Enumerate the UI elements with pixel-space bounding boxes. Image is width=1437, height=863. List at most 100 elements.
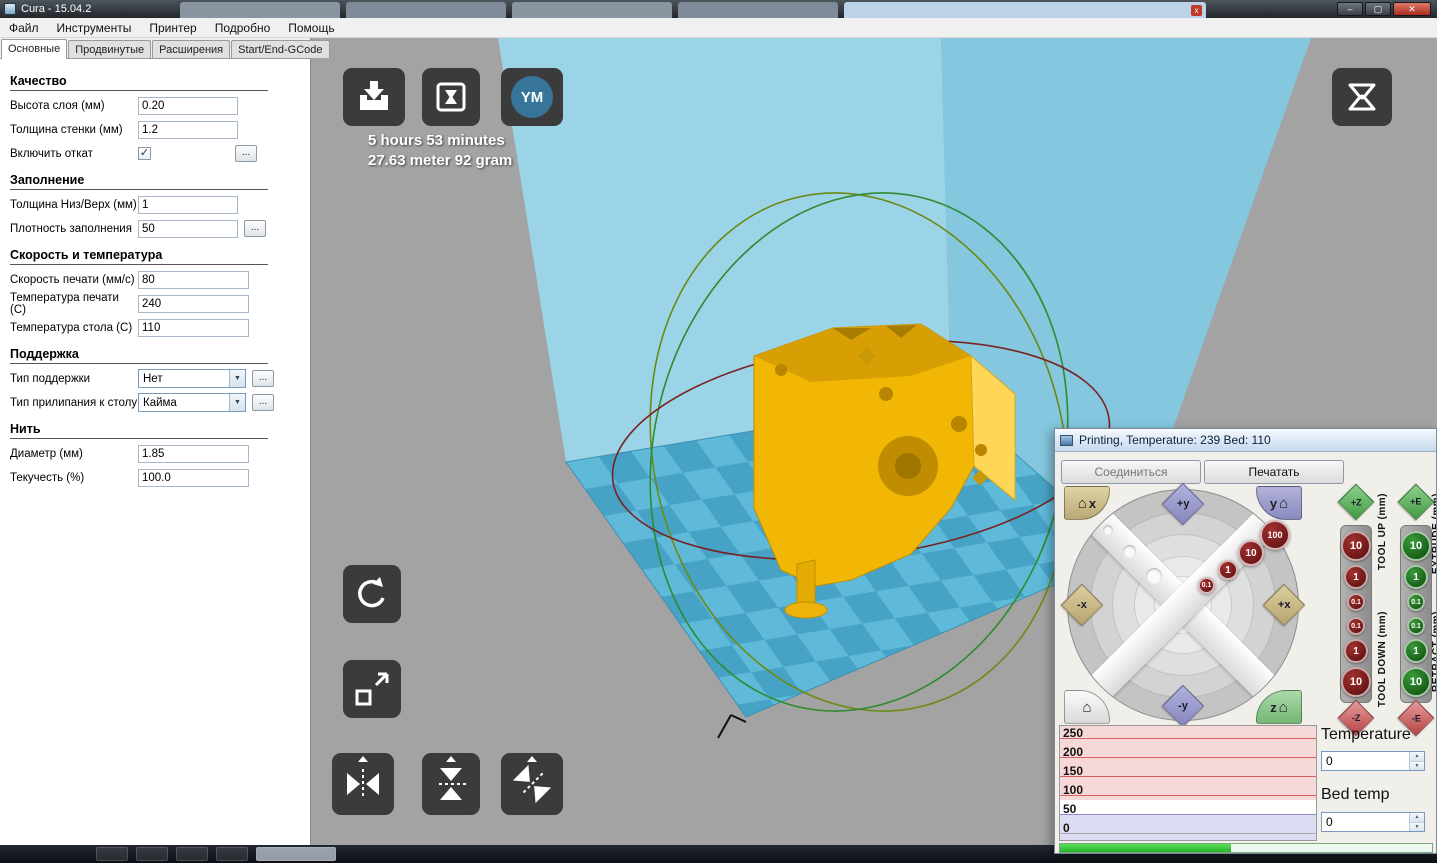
expand-icon (358, 756, 368, 762)
taskbar-item[interactable] (136, 847, 168, 861)
spin-down-icon[interactable]: ▼ (1410, 821, 1424, 831)
jog-step-1[interactable]: 1 (1218, 560, 1238, 580)
z-down-step-0-1[interactable]: 0.1 (1347, 617, 1365, 635)
layer-height-input[interactable] (138, 96, 238, 115)
filament-diameter-input[interactable] (138, 444, 249, 463)
tool-down-label: TOOL DOWN (mm) (1377, 611, 1388, 708)
tab-plugins[interactable]: Расширения (152, 40, 231, 58)
menu-item-printer[interactable]: Принтер (140, 19, 205, 37)
load-model-button[interactable] (343, 68, 405, 126)
taskbar-item[interactable] (256, 847, 336, 861)
e-up-step-10[interactable]: 10 (1401, 531, 1431, 561)
tab-close-icon[interactable]: x (1191, 5, 1202, 16)
bedtemp-input[interactable]: 0 ▲ ▼ (1321, 812, 1425, 832)
fill-density-input[interactable] (138, 219, 238, 238)
jog-step-0-1[interactable]: 0.1 (1198, 577, 1215, 594)
e-down-step-10[interactable]: 10 (1401, 667, 1431, 697)
platform-adhesion-select[interactable]: Кайма ▼ (138, 393, 246, 412)
mirror-x-button[interactable] (332, 753, 394, 815)
retraction-more-button[interactable]: ... (235, 145, 257, 162)
temperature-label: Temperature (1321, 726, 1411, 743)
background-browser-tab[interactable]: x (844, 2, 1206, 18)
maximize-button[interactable]: ▢ (1365, 2, 1391, 16)
background-browser-tab[interactable] (512, 2, 672, 18)
jog-step-10[interactable]: 10 (1238, 540, 1264, 566)
z-up-step-1[interactable]: 1 (1344, 565, 1368, 589)
mirror-z-button[interactable] (501, 753, 563, 815)
save-toolpath-button[interactable] (422, 68, 480, 126)
selected-value: Нет (143, 372, 163, 385)
temperature-graph: 250 200 150 100 50 0 (1059, 725, 1317, 841)
setting-label: Толщина стенки (мм) (10, 123, 123, 136)
background-browser-tab[interactable] (678, 2, 838, 18)
progress-bar (1059, 843, 1433, 853)
menu-item-file[interactable]: Файл (0, 19, 48, 37)
minus-x-label: -x (1077, 599, 1087, 611)
z-up-button[interactable]: +Z (1337, 483, 1375, 521)
jog-step-100[interactable]: 100 (1260, 520, 1290, 550)
z-down-step-1[interactable]: 1 (1344, 639, 1368, 663)
setting-row: Плотность заполнения ... (10, 219, 300, 238)
setting-row: Тип поддержки Нет ▼ ... (10, 369, 300, 388)
z-down-step-10[interactable]: 10 (1341, 667, 1371, 697)
e-down-step-1[interactable]: 1 (1404, 639, 1428, 663)
setting-label: Высота слоя (мм) (10, 99, 105, 112)
background-browser-tab[interactable] (180, 2, 340, 18)
e-up-step-1[interactable]: 1 (1404, 565, 1428, 589)
z-up-step-10[interactable]: 10 (1341, 531, 1371, 561)
e-down-step-0-1[interactable]: 0.1 (1407, 617, 1425, 635)
settings-panel: Основные Продвинутые Расширения Start/En… (0, 38, 330, 845)
settings-tabbar: Основные Продвинутые Расширения Start/En… (0, 38, 330, 59)
retraction-checkbox[interactable]: ✓ (138, 147, 151, 160)
print-window: Printing, Temperature: 239 Bed: 110 Соед… (1054, 428, 1437, 854)
print-speed-input[interactable] (138, 270, 249, 289)
tab-advanced[interactable]: Продвинутые (68, 40, 152, 58)
menu-item-expert[interactable]: Подробно (206, 19, 280, 37)
close-button[interactable]: ✕ (1393, 2, 1431, 16)
background-browser-tab[interactable] (346, 2, 506, 18)
jog-pad[interactable]: 100 10 1 0.1 ⌂ x y ⌂ ⌂ z ⌂ +y -y -x +x (1060, 482, 1306, 728)
adhesion-more-button[interactable]: ... (252, 394, 274, 411)
bottom-top-thickness-input[interactable] (138, 195, 238, 214)
tab-start-end-gcode[interactable]: Start/End-GCode (231, 40, 330, 58)
mirror-y-icon (436, 768, 466, 800)
support-type-select[interactable]: Нет ▼ (138, 369, 246, 388)
scale-button[interactable] (343, 660, 401, 718)
spin-down-icon[interactable]: ▼ (1410, 760, 1424, 770)
print-temperature-input[interactable] (138, 294, 249, 313)
bed-temperature-input[interactable] (138, 318, 249, 337)
menu-item-help[interactable]: Помощь (279, 19, 343, 37)
taskbar-item[interactable] (176, 847, 208, 861)
taskbar-item[interactable] (216, 847, 248, 861)
minimize-button[interactable]: – (1337, 2, 1363, 16)
print-window-titlebar: Printing, Temperature: 239 Bed: 110 (1055, 429, 1436, 452)
graph-tick-0: 0 (1063, 821, 1070, 835)
view-mode-button[interactable] (1332, 68, 1392, 126)
print-button[interactable]: Печатать (1204, 460, 1344, 484)
setting-row: Текучесть (%) (10, 468, 300, 487)
z-up-step-0-1[interactable]: 0.1 (1347, 593, 1365, 611)
filament-flow-input[interactable] (138, 468, 249, 487)
settings-form: Качество Высота слоя (мм) Толщина стенки… (0, 59, 310, 497)
section-title-quality: Качество (10, 74, 268, 91)
extrude-button[interactable]: +E (1397, 483, 1435, 521)
e-up-label: +E (1410, 496, 1422, 507)
youmagine-button[interactable]: YM (501, 68, 563, 126)
taskbar-item[interactable] (96, 847, 128, 861)
mirror-y-button[interactable] (422, 753, 480, 815)
toolpath-icon (436, 82, 466, 112)
spin-up-icon[interactable]: ▲ (1410, 752, 1424, 761)
spin-up-icon[interactable]: ▲ (1410, 813, 1424, 822)
scale-icon (355, 672, 389, 706)
support-more-button[interactable]: ... (252, 370, 274, 387)
temperature-input[interactable]: 0 ▲ ▼ (1321, 751, 1425, 771)
rotate-button[interactable] (343, 565, 401, 623)
fill-more-button[interactable]: ... (244, 220, 266, 237)
tab-basic[interactable]: Основные (1, 39, 68, 59)
z-down-label: -Z (1351, 713, 1361, 723)
connect-button[interactable]: Соединиться (1061, 460, 1201, 484)
setting-row: Скорость печати (мм/с) (10, 270, 300, 289)
wall-thickness-input[interactable] (138, 120, 238, 139)
menu-item-tools[interactable]: Инструменты (48, 19, 141, 37)
e-up-step-0-1[interactable]: 0.1 (1407, 593, 1425, 611)
